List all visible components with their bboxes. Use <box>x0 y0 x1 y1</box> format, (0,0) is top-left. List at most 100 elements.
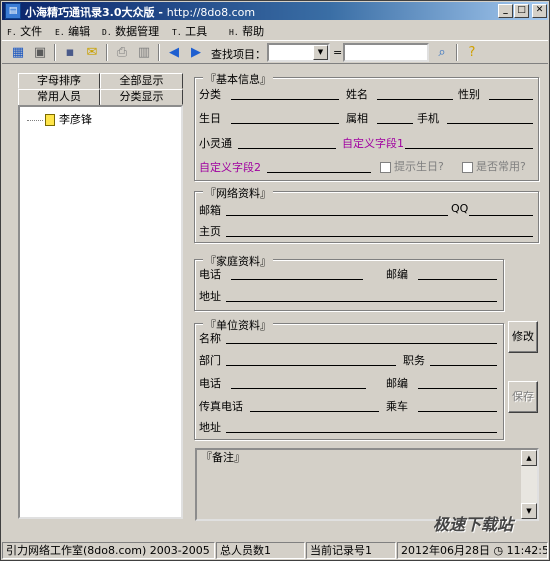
notes-scrollbar[interactable]: ▲ ▼ <box>521 450 537 519</box>
gender-field[interactable] <box>489 99 533 100</box>
zodiac-field[interactable] <box>377 123 413 124</box>
checkbox-icon <box>462 161 473 173</box>
birthday-label: 生日 <box>199 112 221 125</box>
search-field-select[interactable]: ▼ <box>267 43 330 62</box>
menu-data-management[interactable]: D. 数据管理 <box>102 23 159 39</box>
equals-label: = <box>333 46 343 59</box>
minimize-button[interactable]: _ <box>498 4 513 18</box>
work-zip-field[interactable] <box>418 388 497 389</box>
menu-tools[interactable]: T. 工具 <box>172 23 207 39</box>
mobile-label: 手机 <box>417 112 439 125</box>
search-field-label: 查找项目： <box>211 48 266 61</box>
edit-button[interactable]: 修改 <box>508 321 538 353</box>
zodiac-label: 属相 <box>346 112 368 125</box>
qq-field[interactable] <box>469 215 533 216</box>
name-field[interactable] <box>377 99 453 100</box>
search-icon[interactable]: ⌕ <box>432 43 452 63</box>
work-address-field[interactable] <box>226 432 497 433</box>
status-studio: 引力网络工作室(8do8.com) 2003-2005 <box>2 542 215 559</box>
dept-field[interactable] <box>226 365 396 366</box>
checkbox-icon <box>380 161 391 173</box>
close-button[interactable]: ✕ <box>532 4 547 18</box>
toolbar-separator <box>456 44 458 61</box>
custom-field-1[interactable] <box>405 148 533 149</box>
custom-field-2[interactable] <box>267 172 371 173</box>
chevron-down-icon[interactable]: ▼ <box>313 45 328 60</box>
save-button[interactable]: 保存 <box>508 381 538 413</box>
menu-edit[interactable]: E. 编辑 <box>55 23 90 39</box>
family-phone-label: 电话 <box>199 268 221 281</box>
family-phone-field[interactable] <box>231 279 363 280</box>
toolbar-separator <box>106 44 108 61</box>
folder-mail-icon[interactable]: ✉ <box>82 43 102 63</box>
work-phone-label: 电话 <box>199 377 221 390</box>
category-field[interactable] <box>231 99 339 100</box>
family-zip-label: 邮编 <box>386 268 408 281</box>
tree-item[interactable]: 李彦锋 <box>27 111 92 127</box>
window-title: 小海精巧通讯录3.0大众版 - http://8do8.com <box>25 6 256 19</box>
maximize-button[interactable]: □ <box>514 4 529 18</box>
ride-label: 乘车 <box>386 400 408 413</box>
help-icon[interactable]: ? <box>462 43 482 63</box>
fax-field[interactable] <box>250 411 379 412</box>
status-datetime: 2012年06月28日 ◷ 11:42:54 <box>397 542 548 559</box>
work-name-label: 名称 <box>199 332 221 345</box>
name-label: 姓名 <box>346 88 368 101</box>
scroll-down-icon[interactable]: ▼ <box>521 503 537 519</box>
clock-icon: ◷ <box>493 544 504 557</box>
work-zip-label: 邮编 <box>386 377 408 390</box>
mobile-field[interactable] <box>447 123 533 124</box>
family-address-label: 地址 <box>199 290 221 303</box>
scroll-up-icon[interactable]: ▲ <box>521 450 537 466</box>
family-address-field[interactable] <box>226 301 497 302</box>
remind-birthday-checkbox[interactable]: 提示生日? <box>380 158 444 174</box>
tab-show-all[interactable]: 全部显示 <box>100 73 183 89</box>
title-bar[interactable]: ▤ 小海精巧通讯录3.0大众版 - http://8do8.com _ □ ✕ <box>2 2 548 20</box>
family-group: 『家庭资料』 <box>194 253 504 311</box>
dept-label: 部门 <box>199 354 221 367</box>
toolbar-separator <box>54 44 56 61</box>
menu-help[interactable]: H. 帮助 <box>229 23 264 39</box>
work-name-field[interactable] <box>226 343 497 344</box>
save-disk-icon[interactable]: ▪ <box>60 43 80 63</box>
app-window: ▤ 小海精巧通讯录3.0大众版 - http://8do8.com _ □ ✕ … <box>0 0 550 561</box>
toolbar-separator <box>158 44 160 61</box>
email-label: 邮箱 <box>199 204 221 217</box>
tree-item-label: 李彦锋 <box>59 113 92 126</box>
birthday-field[interactable] <box>231 123 339 124</box>
app-icon[interactable]: ▤ <box>5 3 21 19</box>
back-arrow-icon[interactable]: ◀ <box>164 43 184 63</box>
menu-file[interactable]: F. 文件 <box>7 23 42 39</box>
address-book-icon[interactable]: ▦ <box>8 43 28 63</box>
custom-field-2-label: 自定义字段2 <box>199 161 261 174</box>
is-frequent-checkbox[interactable]: 是否常用? <box>462 158 526 174</box>
print-icon[interactable]: ⎙ <box>112 43 132 63</box>
forward-arrow-icon[interactable]: ▶ <box>186 43 206 63</box>
email-field[interactable] <box>226 215 448 216</box>
gender-label: 性别 <box>458 88 480 101</box>
status-bar: 引力网络工作室(8do8.com) 2003-2005 总人员数1 当前记录号1… <box>2 541 548 560</box>
contact-card-icon[interactable]: ▣ <box>30 43 50 63</box>
homepage-label: 主页 <box>199 225 221 238</box>
homepage-field[interactable] <box>226 236 533 237</box>
ride-field[interactable] <box>418 411 497 412</box>
contact-icon <box>45 114 55 126</box>
export-icon[interactable]: ▥ <box>134 43 154 63</box>
fax-label: 传真电话 <box>199 400 243 413</box>
status-current-record: 当前记录号1 <box>306 542 396 559</box>
position-field[interactable] <box>430 365 497 366</box>
category-label: 分类 <box>199 88 221 101</box>
tab-alphabetical[interactable]: 字母排序 <box>18 73 100 89</box>
family-zip-field[interactable] <box>418 279 497 280</box>
status-date: 2012年06月28日 <box>401 544 490 557</box>
watermark-logo: 极速下载站 <box>433 515 514 534</box>
network-title: 『网络资料』 <box>203 185 273 201</box>
tab-by-category[interactable]: 分类显示 <box>100 89 183 105</box>
work-phone-field[interactable] <box>231 388 366 389</box>
tab-frequent[interactable]: 常用人员 <box>18 89 100 106</box>
pager-field[interactable] <box>238 148 336 149</box>
toolbar: ▦ ▣ ▪ ✉ ⎙ ▥ ◀ ▶ 查找项目： ▼ = ⌕ ? <box>2 40 548 64</box>
search-query-input[interactable] <box>343 43 429 62</box>
contact-tree[interactable]: 李彦锋 <box>18 105 183 519</box>
remind-birthday-label: 提示生日? <box>394 160 444 173</box>
